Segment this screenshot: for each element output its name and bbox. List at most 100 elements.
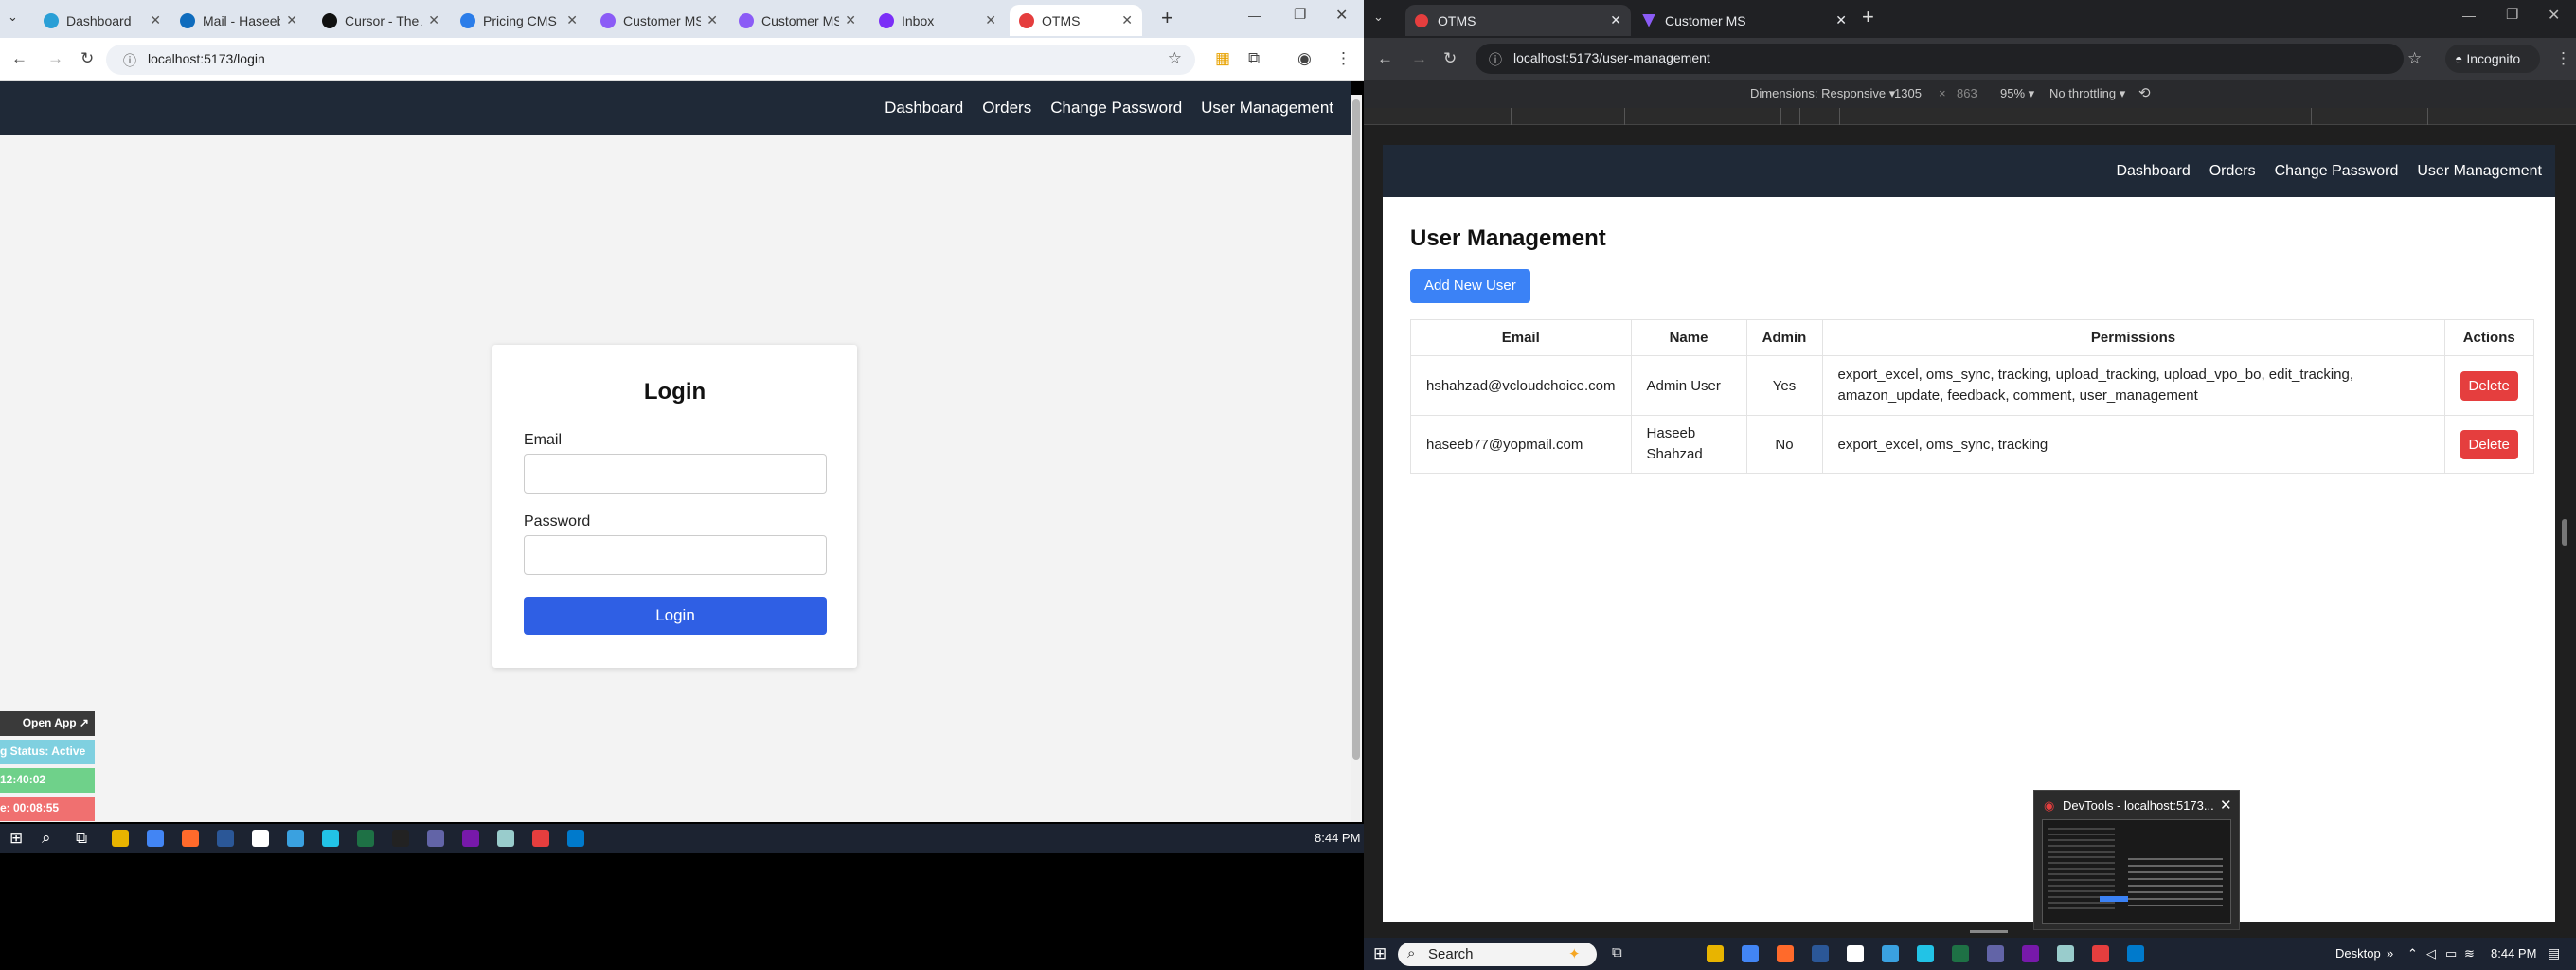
tab-close-icon[interactable]: ✕ (845, 12, 856, 28)
taskbar-app-icon[interactable] (567, 830, 584, 847)
close-window-button[interactable]: ✕ (1335, 6, 1348, 25)
bookmark-star-icon[interactable]: ☆ (1168, 49, 1182, 68)
tab-customer-ms[interactable]: Customer MS ✕ (1633, 5, 1856, 36)
taskbar-search-input[interactable]: ⌕ Search ✦ (1398, 943, 1597, 966)
taskbar-app-icon[interactable] (322, 830, 339, 847)
tab-close-icon[interactable]: ✕ (707, 12, 718, 28)
nav-change-password[interactable]: Change Password (1050, 99, 1182, 117)
taskbar-app-icon[interactable] (1812, 945, 1829, 962)
tab-close-icon[interactable]: ✕ (1610, 12, 1621, 28)
url-input[interactable]: ⓘ localhost:5173/login ☆ (106, 45, 1195, 75)
taskbar-app-icon[interactable] (1882, 945, 1899, 962)
menu-icon[interactable]: ⋮ (2555, 49, 2571, 68)
taskbar-app-icon[interactable] (497, 830, 514, 847)
extensions-puzzle-icon[interactable]: ⧉ (1248, 49, 1260, 68)
rotate-icon[interactable]: ⟲ (2138, 84, 2151, 101)
devtools-preview-popup[interactable]: ◉ DevTools - localhost:5173... ✕ (2033, 790, 2240, 930)
taskbar-app-icon[interactable] (252, 830, 269, 847)
taskbar-app-icon[interactable] (357, 830, 374, 847)
profile-icon[interactable]: ◉ (1297, 49, 1312, 68)
search-icon[interactable]: ⌕ (42, 829, 51, 848)
close-window-button[interactable]: ✕ (2548, 6, 2560, 25)
delete-button[interactable]: Delete (2460, 370, 2518, 401)
taskbar-app-icon[interactable] (2022, 945, 2039, 962)
tab-otms[interactable]: OTMS ✕ (1405, 5, 1631, 36)
back-icon[interactable]: ← (11, 49, 27, 68)
taskbar-app-icon[interactable] (2092, 945, 2109, 962)
back-icon[interactable]: ← (1377, 49, 1393, 68)
url-input[interactable]: ⓘ localhost:5173/user-management (1476, 44, 2404, 74)
tab-search-icon[interactable]: ⌄ (8, 9, 18, 25)
taskbar-app-icon[interactable] (112, 830, 129, 847)
height-input[interactable]: 863 (1957, 86, 1977, 100)
delete-button[interactable]: Delete (2460, 429, 2518, 459)
nav-orders[interactable]: Orders (982, 99, 1031, 117)
bookmark-star-icon[interactable]: ☆ (2407, 49, 2422, 68)
email-field[interactable] (524, 454, 827, 494)
taskbar-app-icon[interactable] (532, 830, 549, 847)
windows-start-icon[interactable]: ⊞ (1373, 944, 1386, 963)
incognito-indicator[interactable]: ◓ Incognito (2445, 45, 2540, 73)
password-field[interactable] (524, 535, 827, 575)
task-view-icon[interactable]: ⧉ (76, 829, 87, 848)
zoom-select[interactable]: 95% ▾ (2000, 86, 2034, 101)
open-app-button[interactable]: Open App ↗ (0, 711, 95, 736)
new-tab-button[interactable]: + (1862, 5, 1874, 29)
tab-1[interactable]: Mail - Haseeb ✕ (170, 5, 307, 36)
tab-4[interactable]: Customer MS ✕ (591, 5, 727, 36)
tab-5[interactable]: Customer MS ✕ (729, 5, 866, 36)
login-button[interactable]: Login (524, 597, 827, 635)
reload-icon[interactable]: ↻ (1443, 49, 1457, 68)
site-info-icon[interactable]: ⓘ (1489, 50, 1502, 69)
tab-close-icon[interactable]: ✕ (1835, 12, 1847, 28)
minimize-button[interactable]: — (1248, 8, 1261, 23)
nav-dashboard[interactable]: Dashboard (2116, 163, 2190, 180)
notification-icon[interactable]: ▤ (2548, 945, 2560, 961)
resize-handle[interactable] (2562, 519, 2567, 546)
tab-close-icon[interactable]: ✕ (428, 12, 439, 28)
taskbar-app-icon[interactable] (1917, 945, 1934, 962)
taskbar-app-icon[interactable] (2057, 945, 2074, 962)
add-user-button[interactable]: Add New User (1410, 269, 1530, 303)
taskbar-app-icon[interactable] (287, 830, 304, 847)
windows-start-icon[interactable]: ⊞ (9, 829, 23, 848)
minimize-button[interactable]: — (2462, 8, 2476, 23)
tab-6[interactable]: Inbox ✕ (869, 5, 1006, 36)
tray-up-icon[interactable]: ⌃ (2407, 946, 2418, 961)
nav-user-management[interactable]: User Management (2417, 163, 2542, 180)
taskbar-app-icon[interactable] (462, 830, 479, 847)
taskbar-app-icon[interactable] (217, 830, 234, 847)
taskbar-app-icon[interactable] (427, 830, 444, 847)
taskbar-app-icon[interactable] (1777, 945, 1794, 962)
restore-button[interactable]: ❐ (2506, 6, 2518, 23)
tab-close-icon[interactable]: ✕ (985, 12, 996, 28)
nav-change-password[interactable]: Change Password (2275, 163, 2399, 180)
taskbar-app-icon[interactable] (1952, 945, 1969, 962)
volume-icon[interactable]: ◁ (2426, 946, 2436, 961)
tab-close-icon[interactable]: ✕ (286, 12, 297, 28)
wifi-icon[interactable]: ≋ (2464, 946, 2475, 961)
tab-0[interactable]: Dashboard ✕ (34, 5, 170, 36)
throttle-select[interactable]: No throttling ▾ (2049, 86, 2125, 101)
network-icon[interactable]: ▭ (2445, 946, 2457, 961)
tab-close-icon[interactable]: ✕ (150, 12, 161, 28)
tab-close-icon[interactable]: ✕ (566, 12, 578, 28)
bottom-resize-handle[interactable] (1970, 930, 2008, 933)
taskbar-app-icon[interactable] (182, 830, 199, 847)
nav-dashboard[interactable]: Dashboard (885, 99, 963, 117)
tab-7[interactable]: OTMS ✕ (1010, 5, 1142, 36)
menu-icon[interactable]: ⋮ (1335, 49, 1351, 68)
nav-user-management[interactable]: User Management (1201, 99, 1333, 117)
width-input[interactable]: 1305 (1894, 86, 1922, 100)
tab-2[interactable]: Cursor - The A ✕ (313, 5, 449, 36)
forward-icon[interactable]: → (1411, 49, 1427, 68)
taskbar-app-icon[interactable] (1847, 945, 1864, 962)
reload-icon[interactable]: ↻ (80, 49, 94, 68)
taskbar-app-icon[interactable] (2127, 945, 2144, 962)
desktop-label[interactable]: Desktop (2335, 946, 2381, 961)
taskbar-app-icon[interactable] (1707, 945, 1724, 962)
popup-close-icon[interactable]: ✕ (2220, 797, 2232, 814)
tray-chevron-icon[interactable]: » (2387, 946, 2393, 961)
tab-3[interactable]: Pricing CMS ✕ (451, 5, 587, 36)
tab-search-icon[interactable]: ⌄ (1373, 9, 1384, 25)
